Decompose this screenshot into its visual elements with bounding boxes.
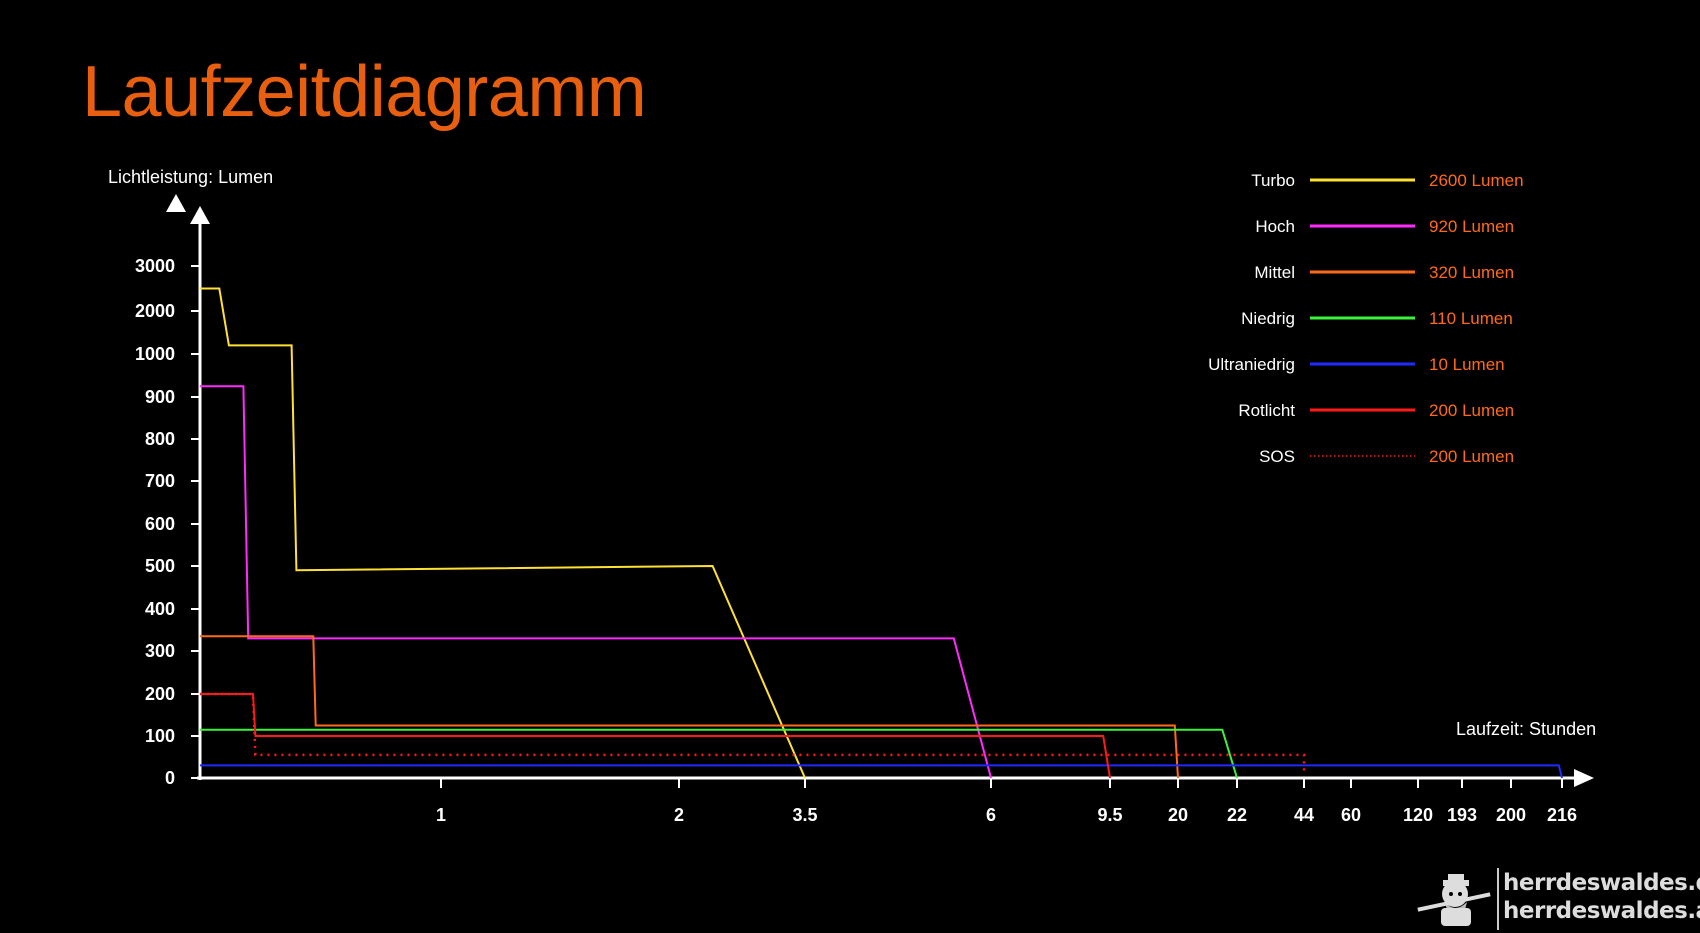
y-tick-label: 300 (145, 641, 175, 661)
legend-value: 920 Lumen (1429, 217, 1514, 236)
legend-value: 110 Lumen (1429, 309, 1513, 328)
y-tick-label: 800 (145, 429, 175, 449)
brand-watermark: herrdeswaldes.de herrdeswaldes.at (1415, 868, 1700, 930)
x-tick-label: 216 (1547, 805, 1577, 825)
legend-value: 200 Lumen (1429, 447, 1514, 466)
series-line-ultraniedrig (200, 764, 1563, 779)
x-tick-label: 3.5 (792, 805, 817, 825)
x-tick-label: 6 (986, 805, 996, 825)
brand-text: herrdeswaldes.de herrdeswaldes.at (1503, 869, 1700, 925)
legend-value: 320 Lumen (1429, 263, 1514, 282)
series-line-turbo (200, 287, 806, 779)
brand-domain-de: herrdeswaldes.de (1503, 870, 1700, 896)
y-tick-label: 1000 (135, 344, 175, 364)
y-tick-label: 700 (145, 471, 175, 491)
legend-name: Rotlicht (1238, 401, 1295, 420)
x-tick-label: 193 (1447, 805, 1477, 825)
x-tick-label: 9.5 (1097, 805, 1122, 825)
forest-man-logo (1417, 874, 1491, 926)
x-tick-label: 20 (1168, 805, 1188, 825)
y-tick-label: 200 (145, 684, 175, 704)
y-axis-arrow-secondary (166, 194, 186, 212)
x-tick-label: 2 (674, 805, 684, 825)
x-axis-label: Laufzeit: Stunden (1456, 719, 1596, 739)
brand-domain-at: herrdeswaldes.at (1503, 898, 1700, 924)
legend-name: SOS (1259, 447, 1295, 466)
legend-value: 10 Lumen (1429, 355, 1505, 374)
x-tick-label: 200 (1496, 805, 1526, 825)
legend-name: Turbo (1251, 171, 1295, 190)
legend-name: Hoch (1255, 217, 1295, 236)
x-axis-arrow (1574, 769, 1594, 787)
y-tick-label: 900 (145, 387, 175, 407)
legend-value: 200 Lumen (1429, 401, 1514, 420)
y-axis-label: Lichtleistung: Lumen (108, 167, 273, 187)
x-tick-label: 120 (1403, 805, 1433, 825)
legend: Turbo 2600 Lumen Hoch 920 Lumen Mittel 320 Lu… (1208, 171, 1523, 466)
legend-name: Mittel (1254, 263, 1295, 282)
series-line-mittel (200, 635, 1179, 779)
x-tick-label: 1 (436, 805, 446, 825)
y-tick-label: 400 (145, 599, 175, 619)
x-ticks: 1 2 3.5 6 9.5 20 22 44 60 120 193 200 216 (436, 778, 1577, 825)
x-tick-label: 22 (1227, 805, 1247, 825)
legend-name: Ultraniedrig (1208, 355, 1295, 374)
runtime-chart: Lichtleistung: Lumen Laufzeit: Stunden 0… (108, 167, 1596, 825)
y-tick-label: 2000 (135, 301, 175, 321)
series-lines (200, 287, 1563, 779)
y-axis-arrow (190, 206, 210, 224)
y-tick-label: 500 (145, 556, 175, 576)
chart-axes (166, 194, 1594, 787)
y-tick-label: 0 (165, 768, 175, 788)
brand-separator (1497, 868, 1499, 930)
legend-name: Niedrig (1241, 309, 1295, 328)
x-tick-label: 60 (1341, 805, 1361, 825)
series-line-sos (200, 692, 1306, 774)
y-ticks: 0 100 200 300 400 500 600 700 800 900 1000 2000 3000 (135, 256, 200, 788)
legend-value: 2600 Lumen (1429, 171, 1524, 190)
y-tick-label: 3000 (135, 256, 175, 276)
x-tick-label: 44 (1294, 805, 1314, 825)
series-line-hoch (200, 385, 992, 779)
y-tick-label: 600 (145, 514, 175, 534)
y-tick-label: 100 (145, 726, 175, 746)
